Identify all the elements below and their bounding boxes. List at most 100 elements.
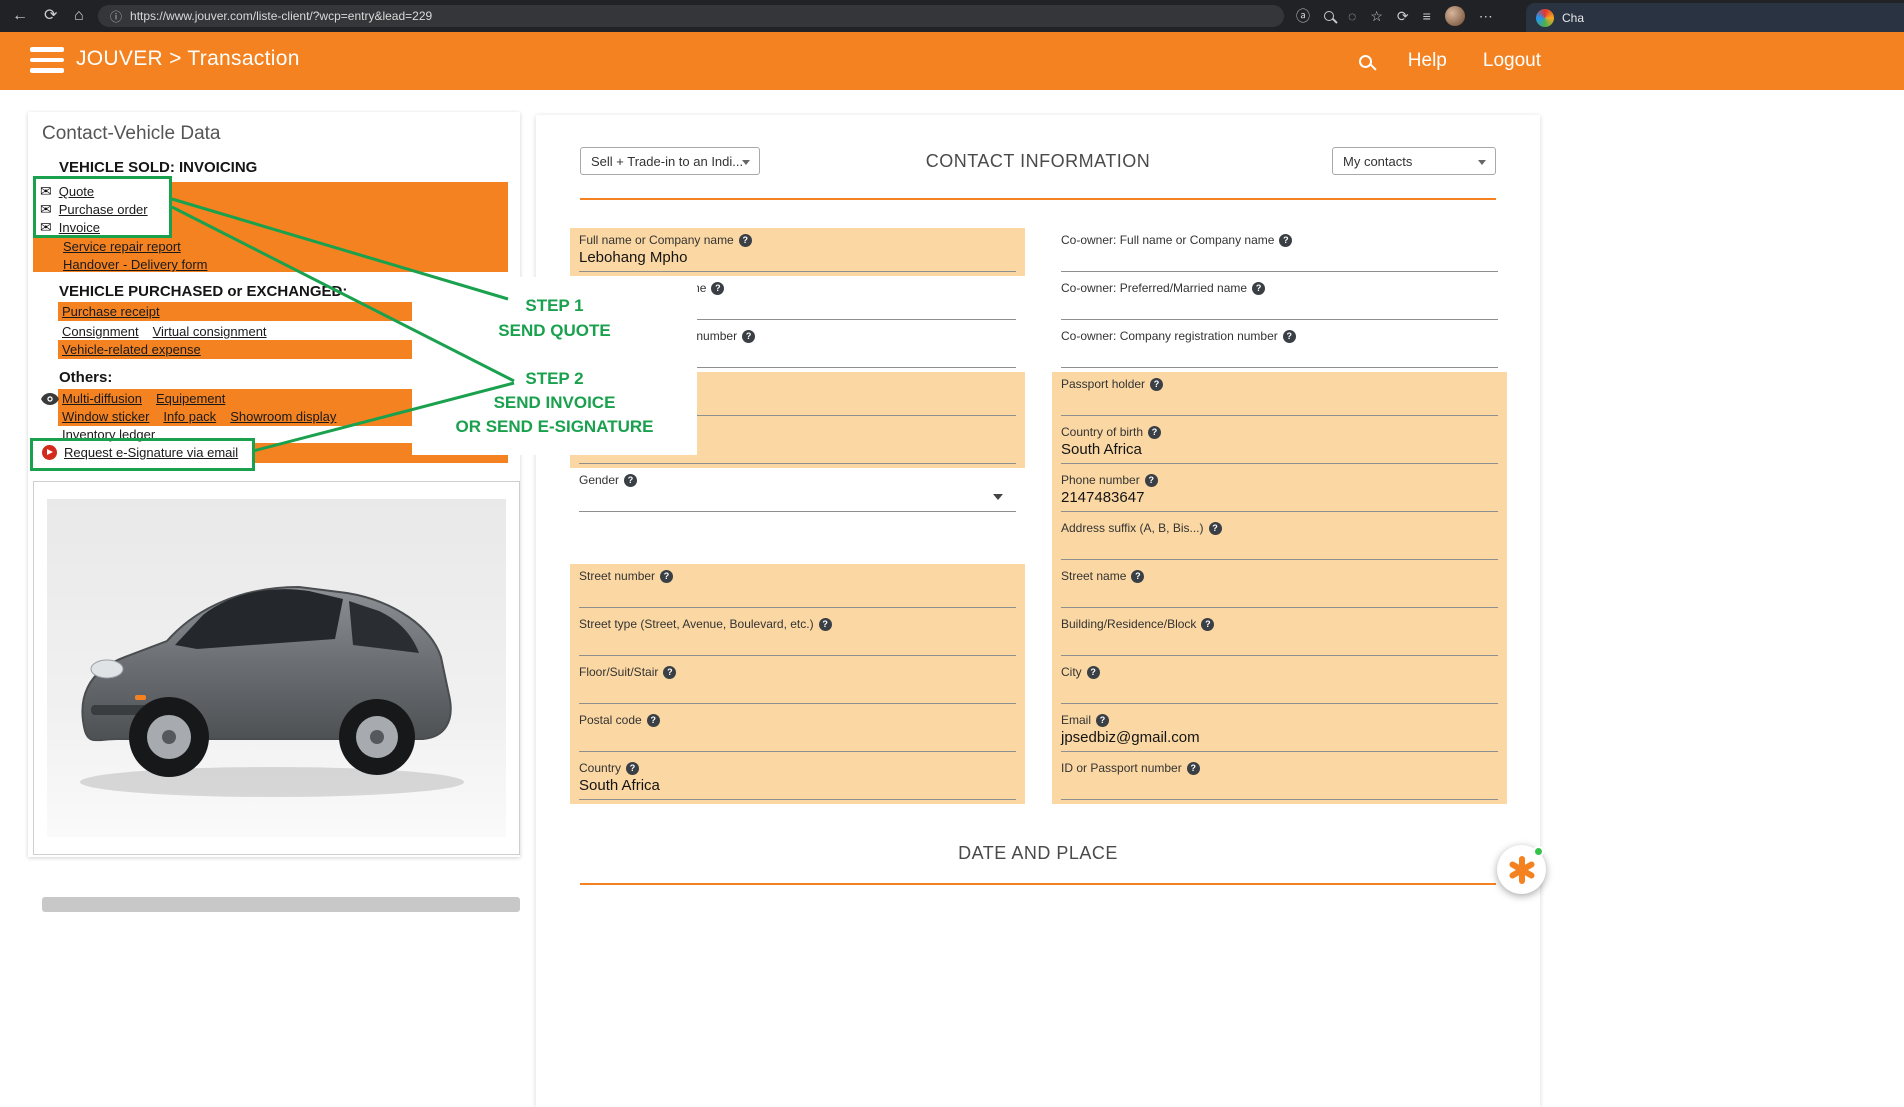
help-icon[interactable]: ? bbox=[626, 762, 639, 775]
section-heading-others: Others: bbox=[59, 369, 112, 386]
purchase-receipt-link[interactable]: Purchase receipt bbox=[62, 304, 160, 319]
virtual-consignment-link[interactable]: Virtual consignment bbox=[153, 324, 267, 339]
showroom-display-link[interactable]: Showroom display bbox=[230, 409, 336, 424]
more-menu-icon[interactable]: ⋯ bbox=[1479, 8, 1493, 25]
help-icon[interactable]: ? bbox=[1252, 282, 1265, 295]
reload-icon[interactable]: ⟳ bbox=[44, 5, 57, 27]
help-icon[interactable]: ? bbox=[1150, 378, 1163, 391]
handover-link[interactable]: Handover - Delivery form bbox=[63, 257, 208, 272]
reading-list-icon[interactable]: ≡ bbox=[1423, 8, 1431, 24]
chevron-down-icon[interactable] bbox=[993, 494, 1003, 500]
field-country[interactable]: Country? South Africa bbox=[570, 756, 1025, 804]
field-id-passport[interactable]: ID or Passport number? bbox=[1052, 756, 1507, 804]
service-repair-link[interactable]: Service repair report bbox=[63, 239, 181, 254]
help-icon[interactable]: ? bbox=[1279, 234, 1292, 247]
help-icon[interactable]: ? bbox=[1209, 522, 1222, 535]
field-country-of-birth[interactable]: Country of birth? South Africa bbox=[1052, 420, 1507, 468]
back-icon[interactable]: ← bbox=[12, 5, 28, 27]
profile-avatar[interactable] bbox=[1445, 6, 1465, 26]
online-status-dot bbox=[1533, 846, 1544, 857]
vehicle-photo bbox=[47, 499, 506, 837]
background-window-title: Cha bbox=[1562, 11, 1584, 25]
field-label: Passport holder bbox=[1061, 377, 1145, 391]
field-floor[interactable]: Floor/Suit/Stair? bbox=[570, 660, 1025, 708]
favorite-icon[interactable]: ☆ bbox=[1370, 8, 1383, 25]
site-info-icon[interactable]: ⓘ bbox=[110, 8, 122, 25]
help-icon[interactable]: ? bbox=[1283, 330, 1296, 343]
field-building[interactable]: Building/Residence/Block? bbox=[1052, 612, 1507, 660]
help-icon[interactable]: ? bbox=[624, 474, 637, 487]
annotation-step2-text: SEND INVOICE bbox=[412, 393, 697, 413]
logout-link[interactable]: Logout bbox=[1483, 50, 1541, 72]
split-screen-icon[interactable]: ◌ bbox=[1348, 8, 1356, 24]
sync-icon[interactable]: ⟳ bbox=[1397, 8, 1409, 25]
help-icon[interactable]: ? bbox=[1148, 426, 1161, 439]
window-sticker-link[interactable]: Window sticker bbox=[62, 409, 149, 424]
field-street-name[interactable]: Street name? bbox=[1052, 564, 1507, 612]
field-city[interactable]: City? bbox=[1052, 660, 1507, 708]
field-phone-number[interactable]: Phone number? 2147483647 bbox=[1052, 468, 1507, 516]
help-link[interactable]: Help bbox=[1408, 50, 1447, 72]
chat-widget-button[interactable] bbox=[1497, 845, 1546, 894]
consignment-link[interactable]: Consignment bbox=[62, 324, 139, 339]
help-icon[interactable]: ? bbox=[739, 234, 752, 247]
field-label: Co-owner: Full name or Company name bbox=[1061, 233, 1274, 247]
annotation-box-documents bbox=[33, 176, 172, 238]
field-co-owner-preferred-name[interactable]: Co-owner: Preferred/Married name? bbox=[1052, 276, 1507, 324]
help-icon[interactable]: ? bbox=[663, 666, 676, 679]
field-value: South Africa bbox=[1052, 441, 1507, 458]
my-contacts-value: My contacts bbox=[1343, 154, 1412, 169]
info-pack-link[interactable]: Info pack bbox=[163, 409, 216, 424]
section-rule bbox=[580, 883, 1496, 885]
left-panel-scrollbar[interactable] bbox=[42, 897, 520, 912]
field-value: jpsedbiz@gmail.com bbox=[1052, 729, 1507, 746]
zoom-icon[interactable] bbox=[1324, 11, 1334, 21]
field-full-name[interactable]: Full name or Company name? Lebohang Mpho bbox=[570, 228, 1025, 276]
field-email[interactable]: Email? jpsedbiz@gmail.com bbox=[1052, 708, 1507, 756]
url-text: https://www.jouver.com/liste-client/?wcp… bbox=[130, 9, 432, 23]
field-street-number[interactable]: Street number? bbox=[570, 564, 1025, 612]
field-postal-code[interactable]: Postal code? bbox=[570, 708, 1025, 756]
field-label: Country bbox=[579, 761, 621, 775]
field-label: Co-owner: Company registration number bbox=[1061, 329, 1278, 343]
field-gender[interactable]: Gender? bbox=[570, 468, 1025, 516]
help-icon[interactable]: ? bbox=[647, 714, 660, 727]
background-window-corner[interactable]: Cha bbox=[1526, 3, 1904, 32]
home-icon[interactable]: ⌂ bbox=[74, 5, 84, 27]
field-label: Street number bbox=[579, 569, 655, 583]
help-icon[interactable]: ? bbox=[742, 330, 755, 343]
help-icon[interactable]: ? bbox=[1096, 714, 1109, 727]
left-panel-title: Contact-Vehicle Data bbox=[42, 123, 221, 145]
my-contacts-select[interactable]: My contacts bbox=[1332, 147, 1496, 175]
field-street-type[interactable]: Street type (Street, Avenue, Boulevard, … bbox=[570, 612, 1025, 660]
app-header: JOUVER > Transaction Help Logout bbox=[0, 32, 1904, 90]
hamburger-menu-icon[interactable] bbox=[30, 47, 64, 74]
vehicle-expense-link[interactable]: Vehicle-related expense bbox=[62, 342, 201, 357]
help-icon[interactable]: ? bbox=[1201, 618, 1214, 631]
field-passport-holder[interactable]: Passport holder? bbox=[1052, 372, 1507, 420]
help-icon[interactable]: ? bbox=[1131, 570, 1144, 583]
search-icon[interactable] bbox=[1359, 55, 1372, 68]
field-co-owner-full-name[interactable]: Co-owner: Full name or Company name? bbox=[1052, 228, 1507, 276]
help-icon[interactable]: ? bbox=[1187, 762, 1200, 775]
equipement-link[interactable]: Equipement bbox=[156, 391, 225, 406]
vehicle-photo-frame bbox=[33, 481, 520, 855]
field-co-owner-company-registration[interactable]: Co-owner: Company registration number? bbox=[1052, 324, 1507, 372]
multi-diffusion-link[interactable]: Multi-diffusion bbox=[62, 391, 142, 406]
help-icon[interactable]: ? bbox=[1087, 666, 1100, 679]
field-label: Gender bbox=[579, 473, 619, 487]
translate-icon[interactable]: ⓐ bbox=[1296, 6, 1310, 26]
help-icon[interactable]: ? bbox=[819, 618, 832, 631]
field-label: Floor/Suit/Stair bbox=[579, 665, 658, 679]
help-icon[interactable]: ? bbox=[711, 282, 724, 295]
field-value: South Africa bbox=[570, 777, 1025, 794]
help-icon[interactable]: ? bbox=[1145, 474, 1158, 487]
annotation-box-esignature bbox=[30, 438, 255, 471]
eye-icon[interactable] bbox=[41, 393, 59, 405]
section-rule bbox=[580, 198, 1496, 200]
url-bar[interactable]: ⓘ https://www.jouver.com/liste-client/?w… bbox=[98, 5, 1284, 27]
annotation-step1-text: SEND QUOTE bbox=[412, 321, 697, 341]
field-address-suffix[interactable]: Address suffix (A, B, Bis...)? bbox=[1052, 516, 1507, 564]
field-label: Full name or Company name bbox=[579, 233, 734, 247]
help-icon[interactable]: ? bbox=[660, 570, 673, 583]
